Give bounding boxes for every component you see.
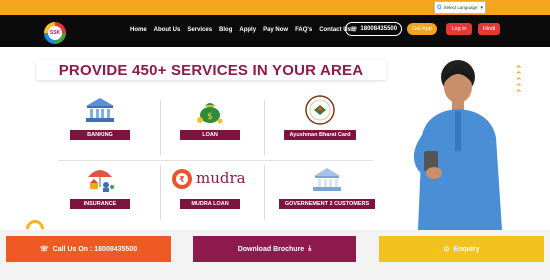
mudra-logo-text: mudra <box>196 169 246 187</box>
info-icon: ⊙ <box>443 246 450 253</box>
call-us-button[interactable]: ☏ Call Us On : 18008435500 <box>6 236 171 262</box>
nav-pay-now[interactable]: Pay Now <box>263 27 288 33</box>
nav-blog[interactable]: Blog <box>219 27 232 33</box>
download-icon: ⤓ <box>308 245 312 252</box>
mudra-logo-icon: ₹ mudra <box>170 165 250 193</box>
hindi-button[interactable]: Hindi <box>478 23 500 35</box>
nav-home[interactable]: Home <box>130 27 147 33</box>
service-government-2-customers[interactable]: GOVERNEMENT 2 CUSTOMERS <box>272 165 382 209</box>
grid-divider <box>160 165 161 220</box>
svg-text:₹: ₹ <box>179 175 185 184</box>
nav-faqs[interactable]: FAQ's <box>295 27 312 33</box>
money-bag-icon: $ <box>194 96 226 124</box>
phone-icon: ☏ <box>349 26 358 33</box>
site-logo[interactable]: SSK <box>44 22 66 44</box>
service-label: INSURANCE <box>70 199 130 209</box>
service-label: LOAN <box>180 130 240 140</box>
bank-icon <box>84 96 116 124</box>
service-label: Ayushman Bharat Card <box>283 130 357 140</box>
ayushman-logo-icon <box>304 95 336 125</box>
grid-divider <box>264 100 265 155</box>
service-loan[interactable]: $ LOAN <box>162 96 258 140</box>
nav-apply[interactable]: Apply <box>239 27 256 33</box>
login-button[interactable]: Log in <box>446 23 472 35</box>
phone-icon: ☏ <box>39 246 49 253</box>
hero-person-image <box>398 55 548 230</box>
enquiry-label: Enquiry <box>453 245 480 253</box>
service-label: BANKING <box>70 130 130 140</box>
service-insurance[interactable]: INSURANCE <box>52 165 148 209</box>
service-mudra-loan[interactable]: ₹ mudra MUDRA LOAN <box>162 165 258 209</box>
download-brochure-label: Download Brochure <box>237 245 305 253</box>
phone-number: 18008435500 <box>360 26 398 32</box>
chevron-down-icon: ▾ <box>480 4 483 11</box>
service-label: GOVERNEMENT 2 CUSTOMERS <box>278 199 376 209</box>
get-app-button[interactable]: Get App <box>407 23 437 35</box>
insurance-icon <box>84 165 116 193</box>
language-select[interactable]: G Select Language ▾ <box>434 1 486 14</box>
nav-about-us[interactable]: About Us <box>154 27 181 33</box>
grid-divider <box>58 160 373 161</box>
decorative-chevrons-icon: ⌃ ⌃ ⌃ ⌃ ⌃ <box>515 64 523 98</box>
google-logo-icon: G <box>437 4 442 11</box>
nav-services[interactable]: Services <box>187 27 212 33</box>
government-building-icon <box>311 165 343 193</box>
service-banking[interactable]: BANKING <box>52 96 148 140</box>
logo-text: SSK <box>48 26 62 40</box>
phone-button[interactable]: ☏ 18008435500 <box>345 22 402 36</box>
call-us-label: Call Us On : 18008435500 <box>52 245 138 253</box>
service-label: MUDRA LOAN <box>180 199 240 209</box>
service-ayushman-bharat[interactable]: Ayushman Bharat Card <box>272 95 368 140</box>
language-select-label: Select Language <box>443 5 478 10</box>
grid-divider <box>160 100 161 155</box>
enquiry-button[interactable]: ⊙ Enquiry <box>379 236 544 262</box>
svg-text:$: $ <box>207 112 213 122</box>
download-brochure-button[interactable]: Download Brochure ⤓ <box>193 236 356 262</box>
hero-headline: PROVIDE 450+ SERVICES IN YOUR AREA <box>36 60 386 80</box>
grid-divider <box>264 165 265 220</box>
main-menu: Home About Us Services Blog Apply Pay No… <box>130 27 351 33</box>
